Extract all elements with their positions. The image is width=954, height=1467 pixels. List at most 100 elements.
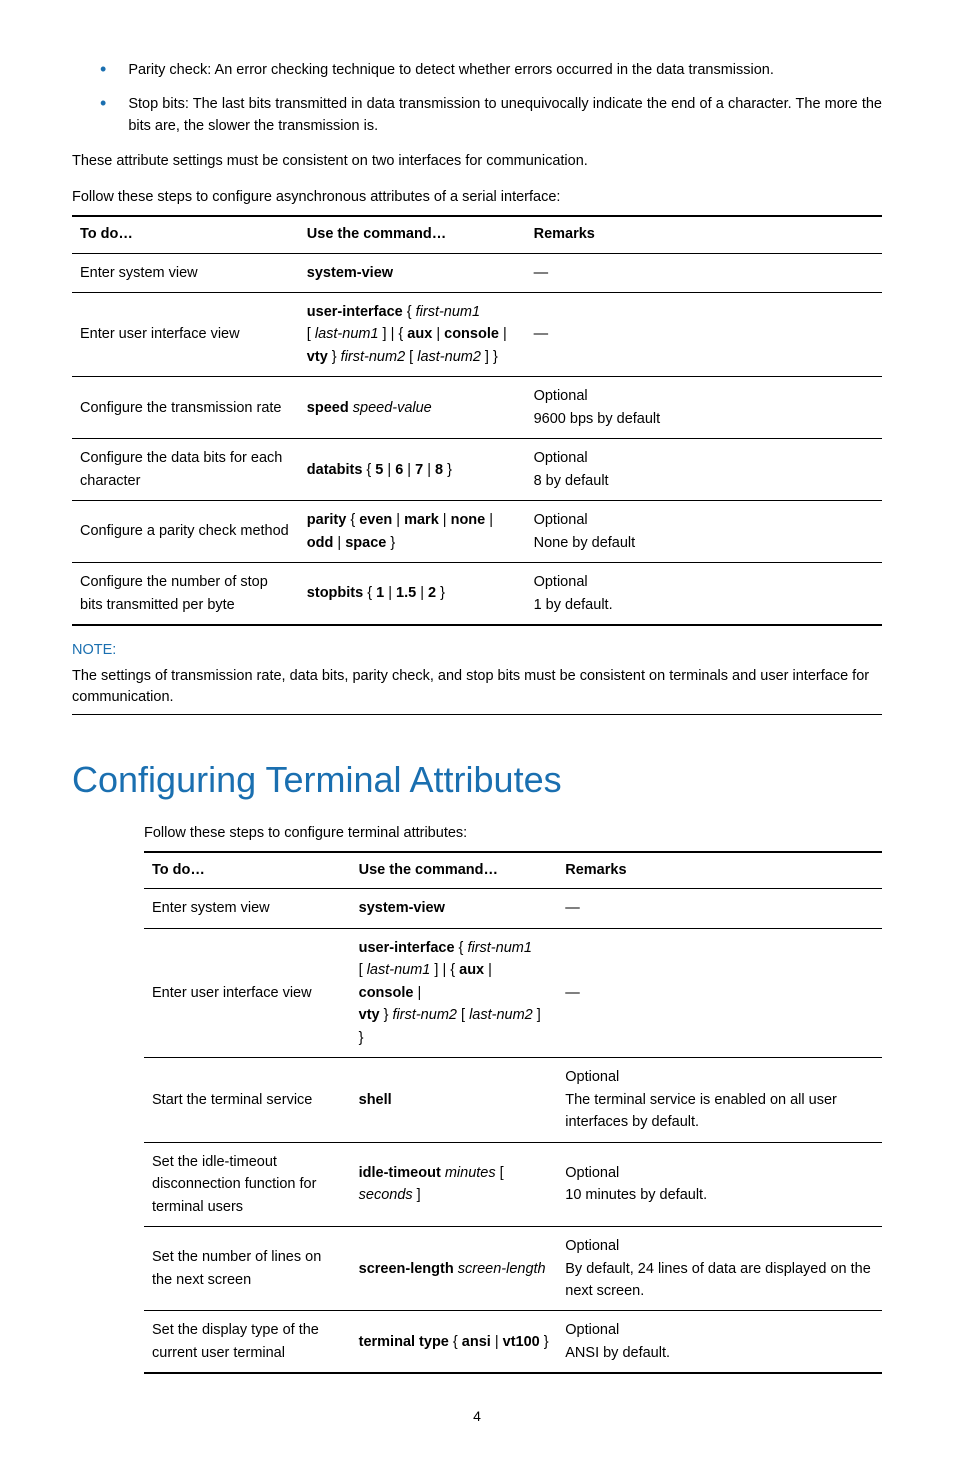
cell-todo: Enter user interface view [144,928,351,1057]
remark-line: Optional [565,1069,619,1085]
cell-remarks: Optional The terminal service is enabled… [557,1058,882,1142]
cmd-literal: none [451,512,486,528]
th-remarks: Remarks [526,216,882,253]
table1-intro: Follow these steps to configure asynchro… [72,187,882,209]
cell-command: shell [351,1058,558,1142]
note-heading: NOTE: [72,640,882,662]
table-row: Set the number of lines on the next scre… [144,1227,882,1311]
cell-remarks: Optional 9600 bps by default [526,377,882,439]
table-row: Set the display type of the current user… [144,1311,882,1373]
cell-command: terminal type { ansi | vt100 } [351,1311,558,1373]
cmd-arg: first-num1 [467,940,531,956]
cell-command: system-view [351,889,558,928]
cmd-literal: user-interface [307,304,403,320]
cell-todo: Set the idle-timeout disconnection funct… [144,1142,351,1226]
cell-todo: Configure the data bits for each charact… [72,439,299,501]
cmd-literal: aux [459,962,484,978]
table-row: Enter user interface view user-interface… [72,292,882,376]
cell-command: screen-length screen-length [351,1227,558,1311]
cmd-literal: stopbits [307,585,363,601]
cmd-literal: system-view [307,265,393,281]
table-row: Configure the transmission rate speed sp… [72,377,882,439]
table-row: Enter system view system-view — [72,253,882,292]
cmd-literal: speed [307,400,349,416]
cmd-literal: odd [307,535,334,551]
cmd-arg: minutes [445,1165,496,1181]
th-command: Use the command… [299,216,526,253]
cmd-literal: 1 [376,585,384,601]
remark-line: Optional [534,512,588,528]
th-command: Use the command… [351,852,558,889]
cell-todo: Enter user interface view [72,292,299,376]
cell-todo: Configure the transmission rate [72,377,299,439]
remark-line: Optional [534,450,588,466]
cmd-arg: seconds [359,1187,413,1203]
cmd-literal: console [444,326,499,342]
cell-todo: Configure the number of stop bits transm… [72,563,299,625]
bullet-stopbits: • Stop bits: The last bits transmitted i… [100,94,882,138]
bullet-dot-icon: • [100,94,106,138]
cell-command: user-interface { first-num1 [ last-num1 … [299,292,526,376]
cmd-arg: first-num2 [341,349,405,365]
th-remarks: Remarks [557,852,882,889]
remark-line: 10 minutes by default. [565,1187,707,1203]
cmd-arg: last-num2 [417,349,481,365]
bullet-parity: • Parity check: An error checking techni… [100,60,882,82]
table2-intro: Follow these steps to configure terminal… [144,823,882,845]
cmd-arg: first-num1 [416,304,480,320]
cmd-arg: screen-length [458,1261,546,1277]
cell-remarks: Optional ANSI by default. [557,1311,882,1373]
th-todo: To do… [72,216,299,253]
cell-command: user-interface { first-num1 [ last-num1 … [351,928,558,1057]
cell-remarks: Optional 1 by default. [526,563,882,625]
cmd-literal: 2 [428,585,436,601]
cell-remarks: Optional By default, 24 lines of data ar… [557,1227,882,1311]
cell-todo: Enter system view [144,889,351,928]
page-number: 4 [72,1406,882,1427]
remark-line: Optional [534,574,588,590]
cmd-literal: terminal type [359,1334,449,1350]
table-async-attributes: To do… Use the command… Remarks Enter sy… [72,215,882,626]
cmd-literal: 7 [415,462,423,478]
cmd-literal: vty [359,1007,380,1023]
cell-remarks: — [557,889,882,928]
cmd-literal: screen-length [359,1261,454,1277]
remark-line: By default, 24 lines of data are display… [565,1261,871,1299]
cmd-literal: space [345,535,386,551]
cmd-literal: databits [307,462,363,478]
cell-remarks: Optional 8 by default [526,439,882,501]
cell-command: idle-timeout minutes [ seconds ] [351,1142,558,1226]
table-row: Configure the number of stop bits transm… [72,563,882,625]
cmd-arg: first-num2 [393,1007,457,1023]
remark-line: 9600 bps by default [534,411,661,427]
table-terminal-attributes: To do… Use the command… Remarks Enter sy… [144,851,882,1375]
cmd-arg: last-num2 [469,1007,533,1023]
cell-todo: Configure a parity check method [72,501,299,563]
th-todo: To do… [144,852,351,889]
remark-line: 1 by default. [534,597,613,613]
cmd-literal: console [359,985,414,1001]
cmd-literal: shell [359,1092,392,1108]
remark-line: The terminal service is enabled on all u… [565,1092,837,1130]
cell-remarks: — [557,928,882,1057]
remark-line: None by default [534,535,636,551]
cmd-arg: speed-value [353,400,432,416]
section-title: Configuring Terminal Attributes [72,753,882,807]
cell-remarks: Optional 10 minutes by default. [557,1142,882,1226]
cell-command: parity { even | mark | none | odd | spac… [299,501,526,563]
note-body: The settings of transmission rate, data … [72,666,882,715]
table-row: Start the terminal service shell Optiona… [144,1058,882,1142]
remark-line: Optional [565,1238,619,1254]
table-row: Enter system view system-view — [144,889,882,928]
cmd-literal: 8 [435,462,443,478]
bullet-text: Parity check: An error checking techniqu… [128,60,882,82]
cmd-arg: last-num1 [367,962,431,978]
cmd-literal: aux [407,326,432,342]
cmd-literal: even [359,512,392,528]
remark-line: Optional [565,1322,619,1338]
bullet-text: Stop bits: The last bits transmitted in … [128,94,882,138]
cmd-literal: 1.5 [396,585,416,601]
table-row: Enter user interface view user-interface… [144,928,882,1057]
cell-command: databits { 5 | 6 | 7 | 8 } [299,439,526,501]
bullet-dot-icon: • [100,60,106,82]
